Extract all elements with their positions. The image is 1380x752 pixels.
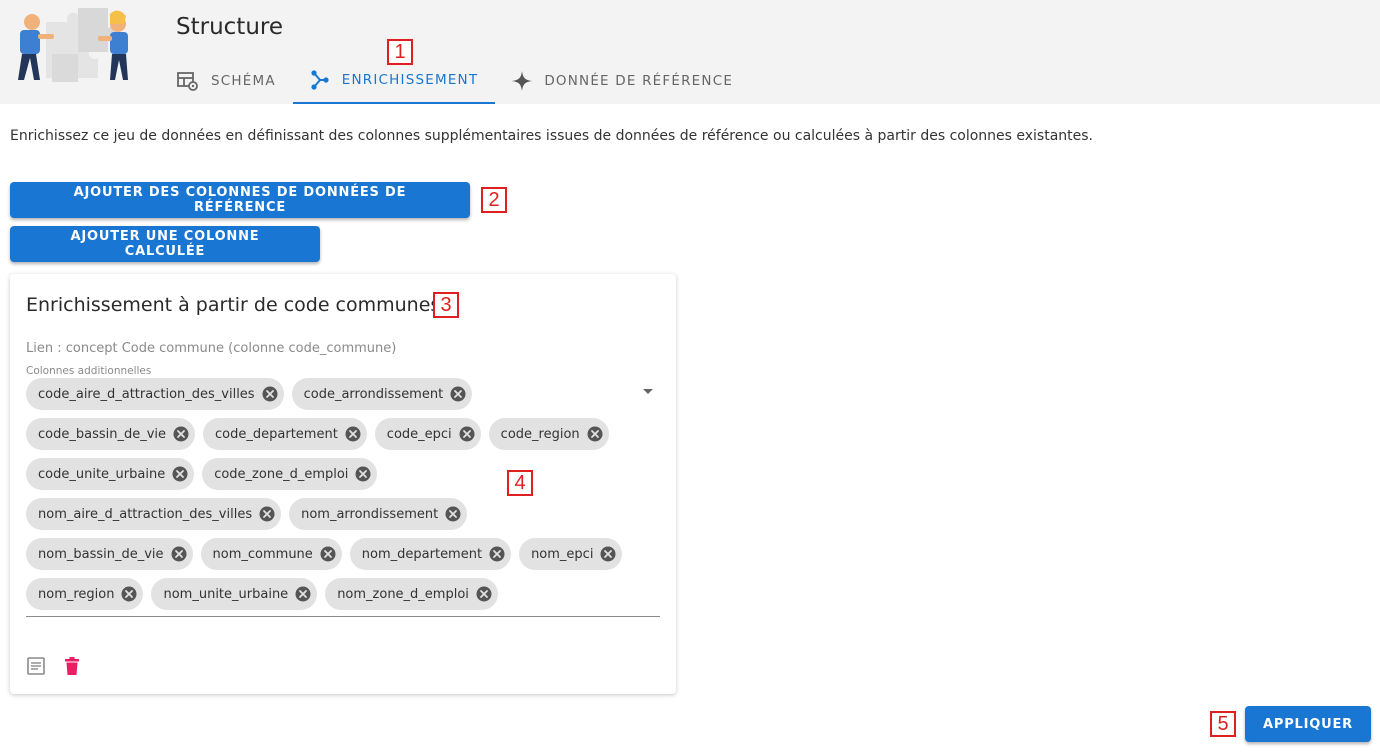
column-chip: code_unite_urbaine xyxy=(26,458,195,490)
close-circle-icon[interactable] xyxy=(344,425,362,443)
column-chip-label: nom_departement xyxy=(361,546,483,562)
column-chip: nom_commune xyxy=(200,538,342,570)
table-cog-icon xyxy=(177,72,198,91)
close-circle-icon[interactable] xyxy=(458,425,476,443)
add-reference-columns-button[interactable]: AJOUTER DES COLONNES DE DONNÉES DE RÉFÉR… xyxy=(10,182,470,218)
close-circle-icon[interactable] xyxy=(120,585,138,603)
column-chip: code_region xyxy=(488,418,609,450)
column-chip-label: code_region xyxy=(500,426,580,442)
header-bar: Structure SCHÉMA ENRICHISSEMENT DONNÉE D… xyxy=(0,0,1380,104)
column-chip-label: nom_arrondissement xyxy=(301,506,439,522)
card-title: Enrichissement à partir de code communes xyxy=(26,294,441,316)
intro-text: Enrichissez ce jeu de données en définis… xyxy=(10,128,1094,144)
close-circle-icon[interactable] xyxy=(444,505,462,523)
tab-donnee-reference-label: DONNÉE DE RÉFÉRENCE xyxy=(544,73,734,89)
add-computed-column-button[interactable]: AJOUTER UNE COLONNE CALCULÉE xyxy=(10,226,320,262)
tab-schema-label: SCHÉMA xyxy=(211,73,276,89)
column-chip-label: code_departement xyxy=(215,426,338,442)
close-circle-icon[interactable] xyxy=(488,545,506,563)
column-chip-label: nom_bassin_de_vie xyxy=(38,546,164,562)
additional-columns-label: Colonnes additionnelles xyxy=(26,365,152,377)
column-chip-label: nom_epci xyxy=(531,546,594,562)
column-chip: code_aire_d_attraction_des_villes xyxy=(26,378,284,410)
annotation-marker-5: 5 xyxy=(1210,711,1236,737)
column-chip: code_bassin_de_vie xyxy=(26,418,196,450)
tab-enrichissement-label: ENRICHISSEMENT xyxy=(341,72,479,88)
close-circle-icon[interactable] xyxy=(170,545,188,563)
annotation-marker-3: 3 xyxy=(433,292,459,318)
column-chip-label: nom_commune xyxy=(212,546,313,562)
close-circle-icon[interactable] xyxy=(319,545,337,563)
close-circle-icon[interactable] xyxy=(261,385,279,403)
column-chip-label: nom_region xyxy=(38,586,115,602)
annotation-marker-2: 2 xyxy=(481,187,507,213)
column-chip-label: code_aire_d_attraction_des_villes xyxy=(38,386,255,402)
column-chip-label: code_epci xyxy=(386,426,452,442)
text-details-icon[interactable] xyxy=(26,656,46,676)
annotation-marker-4: 4 xyxy=(507,470,533,496)
column-chip: nom_region xyxy=(26,578,144,610)
enrichment-card: Enrichissement à partir de code communes… xyxy=(10,274,676,694)
close-circle-icon[interactable] xyxy=(294,585,312,603)
column-chip-label: nom_aire_d_attraction_des_villes xyxy=(38,506,253,522)
close-circle-icon[interactable] xyxy=(586,425,604,443)
column-chip-label: nom_zone_d_emploi xyxy=(337,586,469,602)
close-circle-icon[interactable] xyxy=(258,505,276,523)
tab-schema[interactable]: SCHÉMA xyxy=(160,58,293,104)
chevron-down-icon[interactable] xyxy=(642,388,654,396)
column-chip-label: code_arrondissement xyxy=(303,386,444,402)
puzzle-team-illustration xyxy=(6,4,144,100)
column-chip: code_zone_d_emploi xyxy=(202,458,378,490)
column-chip: nom_departement xyxy=(349,538,512,570)
close-circle-icon[interactable] xyxy=(449,385,467,403)
column-chip: code_departement xyxy=(203,418,367,450)
column-chip-label: code_zone_d_emploi xyxy=(214,466,349,482)
column-chip: nom_arrondissement xyxy=(289,498,468,530)
additional-columns-select[interactable]: code_aire_d_attraction_des_villes code_ar… xyxy=(26,378,626,610)
column-chip: code_epci xyxy=(374,418,481,450)
close-circle-icon[interactable] xyxy=(171,465,189,483)
close-circle-icon[interactable] xyxy=(599,545,617,563)
delete-icon[interactable] xyxy=(62,656,82,676)
close-circle-icon[interactable] xyxy=(354,465,372,483)
column-chip: nom_bassin_de_vie xyxy=(26,538,193,570)
column-chip: nom_zone_d_emploi xyxy=(325,578,498,610)
apply-button[interactable]: APPLIQUER xyxy=(1245,706,1371,742)
close-circle-icon[interactable] xyxy=(475,585,493,603)
select-underline xyxy=(26,616,660,617)
column-chip-label: nom_unite_urbaine xyxy=(163,586,289,602)
link-concept-text: Lien : concept Code commune (colonne cod… xyxy=(26,341,397,356)
column-chip: nom_aire_d_attraction_des_villes xyxy=(26,498,282,530)
column-chip-label: code_unite_urbaine xyxy=(38,466,166,482)
close-circle-icon[interactable] xyxy=(172,425,190,443)
page-title: Structure xyxy=(176,14,283,40)
source-branch-icon xyxy=(311,70,329,90)
column-chip: nom_epci xyxy=(519,538,623,570)
column-chip: code_arrondissement xyxy=(291,378,473,410)
tab-donnee-reference[interactable]: DONNÉE DE RÉFÉRENCE xyxy=(495,58,750,104)
annotation-marker-1: 1 xyxy=(387,39,413,65)
column-chip-label: code_bassin_de_vie xyxy=(38,426,167,442)
tab-bar: SCHÉMA ENRICHISSEMENT DONNÉE DE RÉFÉRENC… xyxy=(160,58,750,104)
column-chip: nom_unite_urbaine xyxy=(151,578,318,610)
star-four-points-icon xyxy=(512,71,533,91)
